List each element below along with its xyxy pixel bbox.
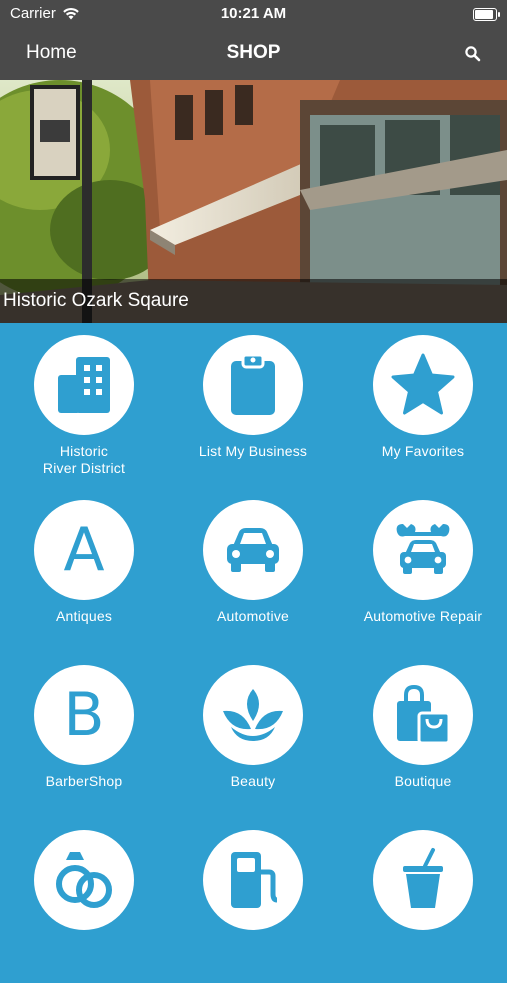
category-automotive-repair[interactable]: Automotive Repair xyxy=(339,488,507,653)
category-label: Automotive Repair xyxy=(339,608,507,625)
navigation-bar: Home SHOP xyxy=(0,28,507,80)
letter-a-icon: A xyxy=(63,515,105,585)
category-jewelry[interactable] xyxy=(0,818,168,983)
category-icon-circle xyxy=(373,500,473,600)
category-label-line1: My Favorites xyxy=(381,443,465,459)
category-label: Antiques xyxy=(0,608,168,625)
car-repair-icon xyxy=(396,524,450,574)
category-label: My Favorites xyxy=(339,443,507,460)
category-label-line1: Automotive Repair xyxy=(363,608,483,624)
category-icon-circle xyxy=(34,830,134,930)
category-grid: Historic River District List My Business… xyxy=(0,323,507,930)
hero-banner[interactable]: Historic Ozark Sqaure xyxy=(0,80,507,323)
category-label: List My Business xyxy=(169,443,337,460)
hero-caption: Historic Ozark Sqaure xyxy=(0,279,507,323)
letter-b-icon: B xyxy=(63,680,105,750)
category-label: Boutique xyxy=(339,773,507,790)
status-bar: Carrier 10:21 AM xyxy=(0,0,507,28)
category-list-my-business[interactable]: List My Business xyxy=(169,323,337,488)
category-label: BarberShop xyxy=(0,773,168,790)
category-antiques[interactable]: A Antiques xyxy=(0,488,168,653)
category-icon-circle xyxy=(34,335,134,435)
category-boutique[interactable]: Boutique xyxy=(339,653,507,818)
category-historic-river-district[interactable]: Historic River District xyxy=(0,323,168,488)
car-icon xyxy=(227,528,279,572)
category-icon-circle: A xyxy=(34,500,134,600)
category-barbershop[interactable]: B BarberShop xyxy=(0,653,168,818)
lotus-icon xyxy=(223,689,283,741)
category-beauty[interactable]: Beauty xyxy=(169,653,337,818)
category-food-drink[interactable] xyxy=(339,818,507,983)
category-label-line1: Beauty xyxy=(230,773,276,789)
battery-icon xyxy=(473,8,500,21)
category-icon-circle xyxy=(373,665,473,765)
shopping-bags-icon xyxy=(397,684,451,745)
category-label-line1: Antiques xyxy=(55,608,113,624)
category-label: Historic River District xyxy=(0,443,168,477)
category-icon-circle xyxy=(373,830,473,930)
status-time: 10:21 AM xyxy=(220,5,287,22)
category-label-line1: Automotive xyxy=(216,608,290,624)
category-gas-station[interactable] xyxy=(169,818,337,983)
category-icon-circle xyxy=(203,500,303,600)
category-label-line2: River District xyxy=(42,460,126,476)
drink-cup-icon xyxy=(403,848,443,908)
clipboard-icon xyxy=(231,353,275,415)
gas-pump-icon xyxy=(231,852,278,908)
category-label-line1: Boutique xyxy=(394,773,452,789)
star-icon xyxy=(391,353,455,415)
home-button[interactable]: Home xyxy=(26,42,77,64)
category-label-line1: Historic xyxy=(59,443,109,459)
building-icon xyxy=(58,357,110,413)
category-icon-circle xyxy=(373,335,473,435)
category-icon-circle xyxy=(203,335,303,435)
category-icon-circle: B xyxy=(34,665,134,765)
category-label-line1: List My Business xyxy=(198,443,308,459)
rings-icon xyxy=(56,852,112,908)
category-icon-circle xyxy=(203,665,303,765)
category-automotive[interactable]: Automotive xyxy=(169,488,337,653)
search-icon[interactable] xyxy=(463,44,483,64)
category-icon-circle xyxy=(203,830,303,930)
category-my-favorites[interactable]: My Favorites xyxy=(339,323,507,488)
category-label-line1: BarberShop xyxy=(45,773,123,789)
category-label: Automotive xyxy=(169,608,337,625)
category-label: Beauty xyxy=(169,773,337,790)
